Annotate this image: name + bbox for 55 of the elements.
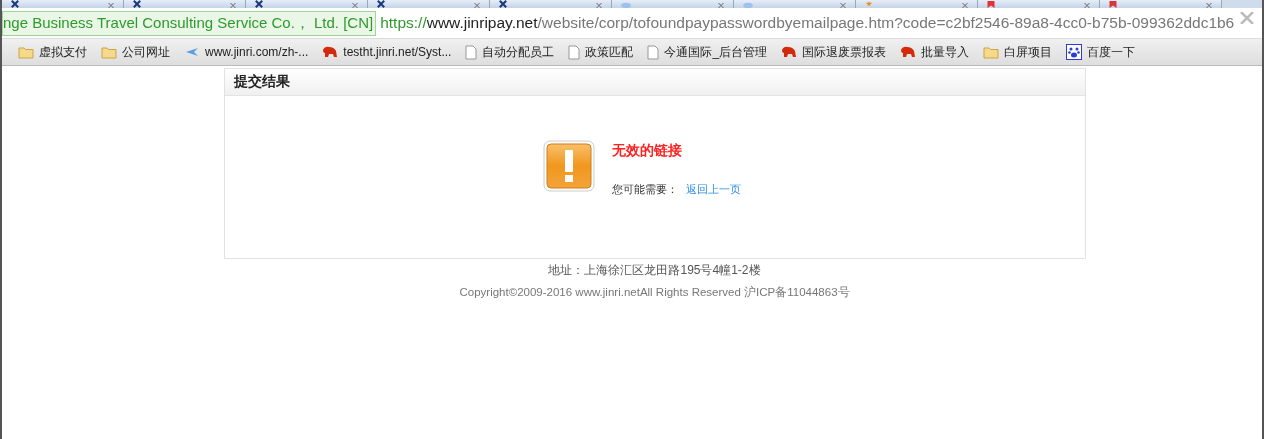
folder-icon [18,45,34,59]
page-icon [647,44,660,60]
folder-icon [101,45,117,59]
panel-title: 提交结果 [233,73,290,91]
folder-icon [983,45,1000,59]
bookmark-item[interactable]: 批量导入 [900,43,970,61]
elephant-icon [900,45,917,59]
x-logo-icon [376,0,386,8]
page-icon [465,44,478,60]
warning-icon [542,140,595,192]
x-logo-icon [254,0,264,8]
close-icon[interactable] [839,3,847,8]
address-bar[interactable]: nge Business Travel Consulting Service Co.， Ltd. [CN] https://www.jinripay.net/website/corp/tofoundpaypasswordbyemailpage.htm?code=c2bf2546-89a8-4cc0-b75b-099362ddc1b6 [2,8,1262,39]
close-icon[interactable] [107,3,115,8]
cloud-icon [742,1,754,8]
bookmark-item[interactable]: www.jinri.com/zh-... [184,45,309,59]
browser-tab[interactable] [368,0,490,8]
browser-tab[interactable] [124,0,246,8]
elephant-icon [322,45,339,59]
browser-tab[interactable] [490,0,612,8]
browser-tab[interactable] [978,0,1100,8]
browser-tab[interactable] [246,0,368,8]
bookmark-item[interactable]: 白屏项目 [983,43,1053,61]
close-icon[interactable] [717,3,725,8]
browser-tab[interactable] [1100,0,1222,8]
close-icon[interactable] [229,3,237,8]
bookmark-item[interactable]: 百度一下 [1066,43,1136,61]
close-icon[interactable] [1240,12,1254,24]
close-icon[interactable] [961,3,969,8]
bookmark-item[interactable]: 虚拟支付 [18,43,87,61]
close-icon[interactable] [1083,3,1091,8]
bookmark-item[interactable]: 自动分配员工 [465,43,555,61]
browser-tab[interactable] [2,0,124,8]
error-message: 无效的链接 [611,142,683,160]
bookmark-item[interactable]: 今通国际_后台管理 [647,43,768,61]
url-text: https://www.jinripay.net/website/corp/tofoundpaypasswordbyemailpage.htm?code=c2bf2546-89a8-4cc0-b75b-099362ddc1b6 [380,14,1235,32]
footer-copyright: Copyright©2009-2016 www.jinri.netAll Rights Reserved 沪ICP备11044863号 [459,285,850,300]
close-icon[interactable] [1205,3,1213,8]
paw-icon [1066,44,1083,60]
elephant-icon [781,45,798,59]
bookmark-item[interactable]: 政策匹配 [568,43,634,61]
bookmark-item[interactable]: 国际退废票报表 [781,43,887,61]
back-link[interactable]: 返回上一页 [685,182,741,197]
page-icon [568,44,581,60]
bookmark-item[interactable]: testht.jinri.net/Syst... [322,45,452,59]
close-icon[interactable] [473,3,481,8]
cloud-icon [620,1,632,8]
close-icon[interactable] [595,3,603,8]
bookmark-item[interactable]: 公司网址 [101,43,170,61]
footer-address: 地址：上海徐汇区龙田路195号4幢1-2楼 [548,262,761,279]
close-icon[interactable] [351,3,359,8]
x-logo-icon [10,0,20,8]
hint-label: 您可能需要： [611,182,678,197]
x-logo-icon [498,0,508,8]
x-logo-icon [132,0,142,8]
